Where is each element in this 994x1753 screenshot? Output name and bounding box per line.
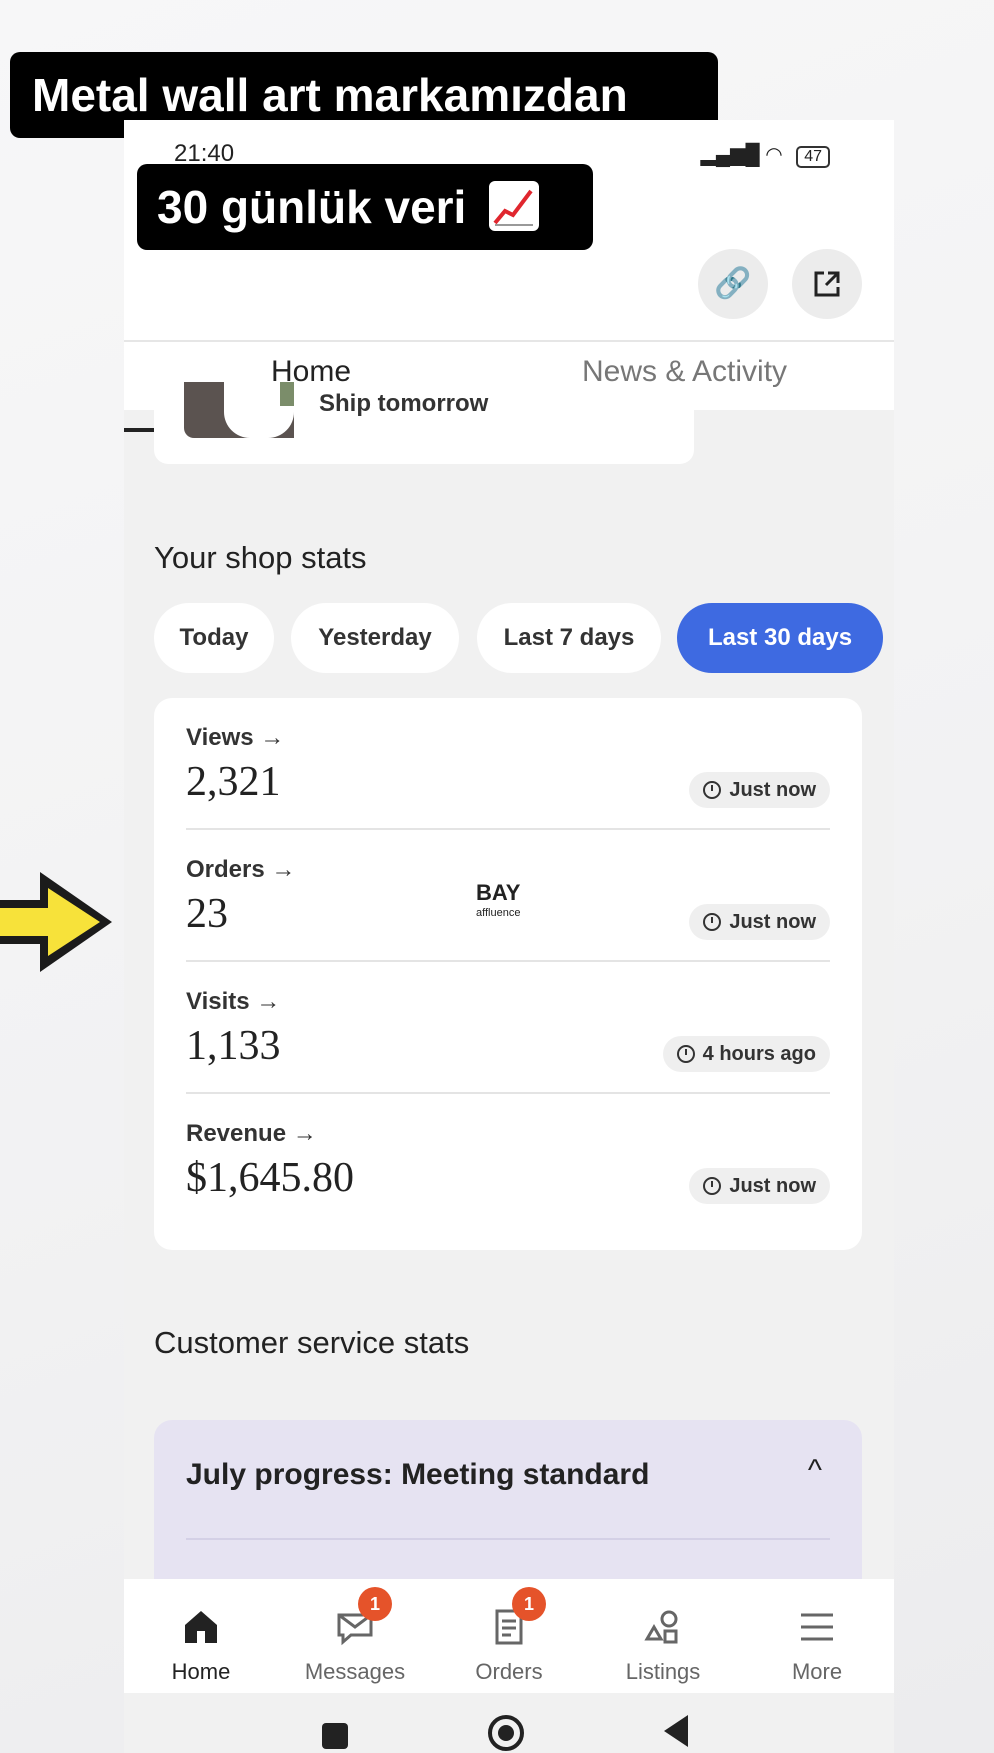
stat-updated-text: Just now (729, 1175, 816, 1197)
back-button[interactable] (664, 1715, 688, 1747)
clock-icon (703, 913, 722, 931)
stat-updated-text: Just now (729, 779, 816, 801)
home-system-button[interactable] (488, 1715, 524, 1751)
battery-icon: 47 (796, 146, 830, 168)
stat-label: Revenue → (186, 1120, 317, 1148)
nav-orders[interactable]: 1 Orders (432, 1579, 586, 1693)
stat-value: 23 (186, 891, 228, 937)
link-button[interactable]: 🔗 (698, 249, 768, 319)
link-icon: 🔗 (714, 267, 752, 300)
clock-icon (676, 1045, 695, 1063)
listings-icon (644, 1610, 678, 1644)
stat-row-views[interactable]: Views → 2,321 Just now (186, 698, 830, 830)
period-last-7-days[interactable]: Last 7 days (477, 603, 661, 673)
share-icon (814, 271, 840, 297)
yellow-arrow-right-icon (0, 872, 112, 972)
nav-home-label: Home (171, 1659, 231, 1684)
caption-line-1-text: Metal wall art markamızdan (32, 69, 628, 121)
stat-label: Visits → (186, 988, 280, 1016)
caption-line-2: 30 günlük veri (137, 164, 593, 250)
order-preview-card[interactable]: Ship tomorrow (154, 382, 694, 464)
orders-badge: 1 (512, 1587, 546, 1621)
clock-icon (703, 1177, 722, 1195)
stat-updated-badge: Just now (689, 904, 830, 940)
stat-updated-text: Just now (729, 911, 816, 933)
arrow-right-icon: → (271, 856, 296, 883)
home-icon (185, 1611, 217, 1643)
period-today[interactable]: Today (154, 603, 274, 673)
nav-listings-label: Listings (625, 1659, 701, 1684)
stat-updated-badge: 4 hours ago (662, 1036, 830, 1072)
menu-icon (801, 1613, 833, 1641)
progress-status: July progress: Meeting standard (186, 1458, 650, 1491)
caption-line-2-text: 30 günlük veri (157, 181, 467, 233)
signal-icon: ▂▄▆█ (700, 144, 760, 166)
stat-value: 2,321 (186, 759, 281, 805)
nav-listings[interactable]: Listings (586, 1579, 740, 1693)
arrow-right-icon: → (256, 988, 281, 1015)
chart-increasing-icon (489, 181, 540, 231)
nav-home[interactable]: Home (124, 1579, 278, 1693)
nav-more[interactable]: More (740, 1579, 894, 1693)
arrow-right-icon: → (260, 724, 285, 751)
stat-label: Views → (186, 724, 284, 752)
watermark-logo: BAY affluence (476, 880, 521, 923)
shop-stats-title: Your shop stats (154, 540, 367, 575)
customer-service-title: Customer service stats (154, 1325, 470, 1360)
watermark-line-1: BAY (476, 880, 521, 905)
header-divider (124, 340, 894, 342)
clock-icon (703, 781, 722, 799)
chevron-up-icon[interactable]: ^ (808, 1454, 822, 1488)
stat-label-text: Visits (186, 988, 250, 1015)
share-button[interactable] (792, 249, 862, 319)
stat-updated-text: 4 hours ago (702, 1043, 816, 1065)
status-bar: 21:40 ▂▄▆█ ◠ 47 (124, 120, 894, 170)
nav-more-label: More (791, 1659, 843, 1684)
arrow-right-icon: → (292, 1120, 317, 1147)
period-last-30-days[interactable]: Last 30 days (677, 603, 883, 673)
battery-level: 47 (804, 148, 822, 165)
stat-label-text: Revenue (186, 1120, 287, 1147)
system-nav-bar (124, 1693, 894, 1753)
stat-row-visits[interactable]: Visits → 1,133 4 hours ago (186, 962, 830, 1094)
stat-label-text: Orders (186, 856, 265, 883)
nav-orders-label: Orders (475, 1659, 543, 1684)
wifi-icon: ◠ (765, 144, 783, 166)
nav-messages[interactable]: 1 Messages (278, 1579, 432, 1693)
stat-label: Orders → (186, 856, 295, 884)
stat-row-revenue[interactable]: Revenue → $1,645.80 Just now (186, 1094, 830, 1226)
recents-button[interactable] (322, 1723, 348, 1749)
shop-stats-card: Views → 2,321 Just now Orders → 23 Just … (154, 698, 862, 1250)
status-icons: ▂▄▆█ ◠ 47 (701, 142, 830, 168)
messages-badge: 1 (358, 1587, 392, 1621)
progress-divider (186, 1538, 830, 1540)
stat-updated-badge: Just now (689, 772, 830, 808)
stat-value: 1,133 (186, 1023, 281, 1069)
nav-messages-label: Messages (304, 1659, 406, 1684)
thumbnail-detail (280, 382, 294, 406)
stat-updated-badge: Just now (689, 1168, 830, 1204)
order-ship-status: Ship tomorrow (319, 390, 489, 417)
bottom-nav: Home 1 Messages 1 Orders Listings More (124, 1579, 894, 1693)
watermark-line-2: affluence (476, 907, 521, 919)
order-thumbnail (184, 382, 294, 438)
phone-screen: 21:40 ▂▄▆█ ◠ 47 🔗 Home News & Activity S… (124, 120, 894, 1753)
stat-value: $1,645.80 (186, 1155, 354, 1201)
period-yesterday[interactable]: Yesterday (291, 603, 459, 673)
stat-label-text: Views (186, 724, 254, 751)
